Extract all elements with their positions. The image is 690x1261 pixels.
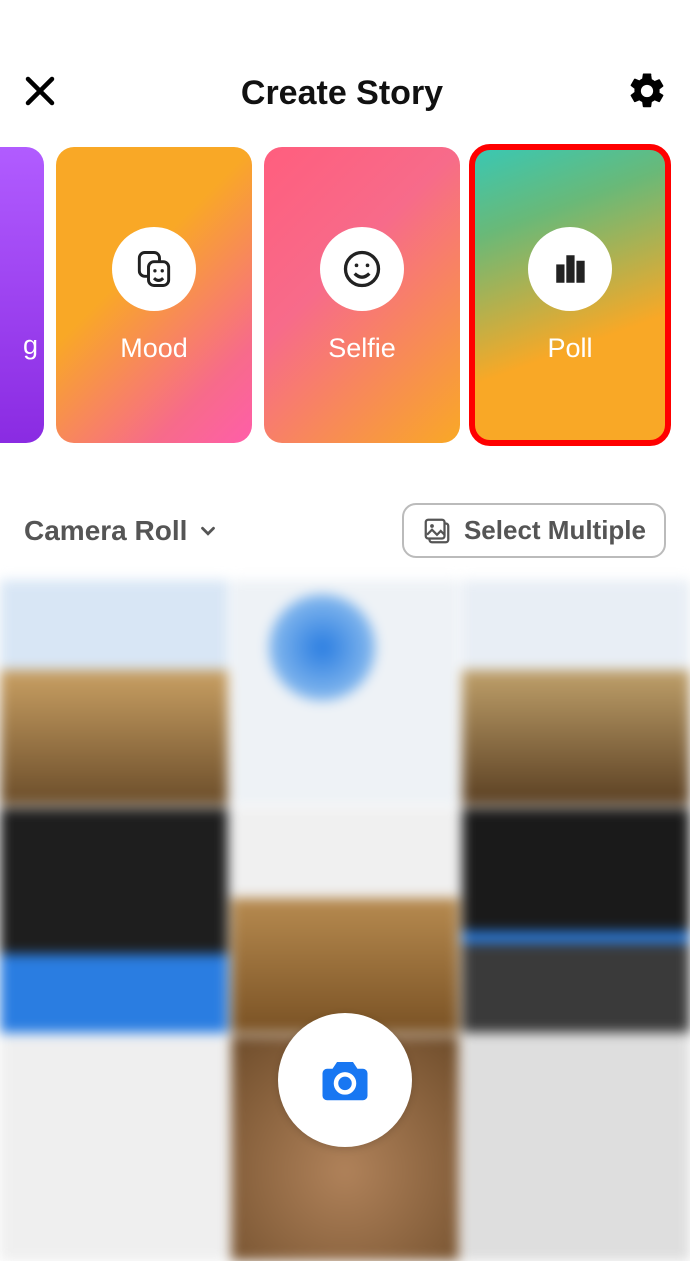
- gallery-thumb[interactable]: [0, 1036, 228, 1261]
- select-multiple-button[interactable]: Select Multiple: [402, 503, 666, 558]
- camera-roll-dropdown[interactable]: Camera Roll: [24, 515, 219, 547]
- source-label-text: Camera Roll: [24, 515, 187, 547]
- header: Create Story: [0, 0, 690, 147]
- card-mood[interactable]: Mood: [56, 147, 252, 443]
- camera-icon: [318, 1053, 372, 1107]
- gear-icon[interactable]: [626, 70, 668, 117]
- selfie-icon: [320, 227, 404, 311]
- mood-icon: [112, 227, 196, 311]
- poll-icon: [528, 227, 612, 311]
- gallery-thumb[interactable]: [0, 808, 228, 1033]
- card-label: g: [23, 330, 38, 361]
- card-label: Selfie: [328, 333, 396, 364]
- gallery-thumb[interactable]: [0, 580, 228, 805]
- card-selfie[interactable]: Selfie: [264, 147, 460, 443]
- gallery-icon: [422, 516, 452, 546]
- gallery-thumb[interactable]: [462, 1036, 690, 1261]
- card-poll[interactable]: Poll: [472, 147, 668, 443]
- source-row: Camera Roll Select Multiple: [0, 443, 690, 578]
- gallery-thumb[interactable]: [231, 808, 459, 1033]
- gallery-thumb[interactable]: [462, 580, 690, 805]
- card-boomerang[interactable]: g: [0, 147, 44, 443]
- chevron-down-icon: [197, 520, 219, 542]
- page-title: Create Story: [241, 74, 443, 113]
- gallery-thumb[interactable]: [231, 580, 459, 805]
- story-type-cards[interactable]: g Mood Selfie: [0, 147, 690, 443]
- select-multiple-label: Select Multiple: [464, 515, 646, 546]
- close-icon[interactable]: [22, 73, 58, 114]
- card-label: Poll: [547, 333, 592, 364]
- gallery-thumb[interactable]: [462, 808, 690, 1033]
- card-label: Mood: [120, 333, 188, 364]
- camera-button[interactable]: [278, 1013, 412, 1147]
